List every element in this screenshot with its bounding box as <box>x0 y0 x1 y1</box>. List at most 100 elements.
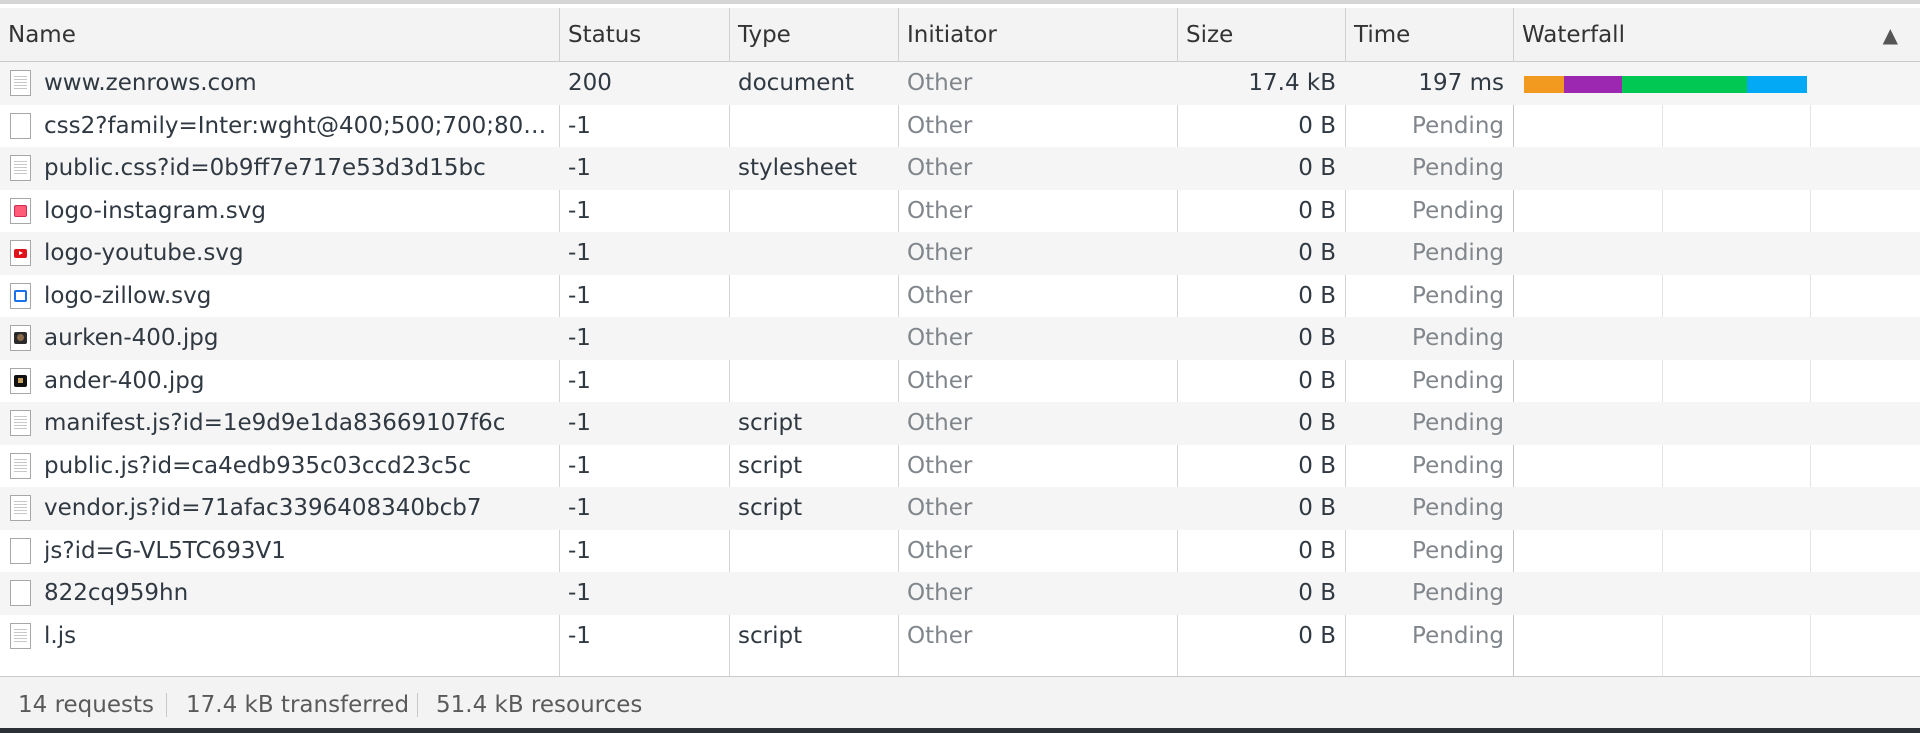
request-size: 0 B <box>1298 197 1336 224</box>
request-type <box>730 360 899 403</box>
request-initiator: Other <box>907 325 973 351</box>
request-name-cell[interactable]: logo-youtube.svg <box>0 232 560 275</box>
request-type: stylesheet <box>738 155 858 181</box>
status-bar: 14 requests 17.4 kB transferred 51.4 kB … <box>0 676 1920 732</box>
request-waterfall[interactable] <box>1514 232 1920 275</box>
request-name-cell[interactable]: www.zenrows.com <box>0 62 560 105</box>
status-separator <box>166 693 167 717</box>
request-row[interactable]: logo-zillow.svg -1 Other 0 B Pending <box>0 275 1920 318</box>
icon-glyph <box>14 332 27 344</box>
request-row[interactable]: www.zenrows.com 200 document Other 17.4 kB 19… <box>0 62 1920 105</box>
request-waterfall[interactable] <box>1514 402 1920 445</box>
initiator-column-header[interactable]: Initiator <box>899 8 1178 62</box>
icon-glyph <box>14 204 27 217</box>
request-waterfall[interactable] <box>1514 530 1920 573</box>
time-column-header[interactable]: Time <box>1346 8 1514 62</box>
request-size: 17.4 kB <box>1248 70 1336 96</box>
queueing-bar <box>1524 76 1564 93</box>
script-icon <box>10 622 31 649</box>
status-column-header[interactable]: Status <box>560 8 730 62</box>
request-row[interactable]: logo-instagram.svg -1 Other 0 B Pending <box>0 190 1920 233</box>
request-type: script <box>738 622 803 649</box>
document-icon <box>10 70 31 96</box>
request-status: -1 <box>568 155 591 181</box>
request-row[interactable]: 822cq959hn -1 Other 0 B Pending <box>0 572 1920 615</box>
request-waterfall[interactable] <box>1514 190 1920 233</box>
connection-bar <box>1564 76 1622 93</box>
request-name: logo-zillow.svg <box>44 282 212 309</box>
request-row[interactable]: js?id=G-VL5TC693V1 -1 Other 0 B Pending <box>0 530 1920 573</box>
request-size: 0 B <box>1298 495 1336 521</box>
request-row[interactable]: l.js -1 script Other 0 B Pending <box>0 615 1920 658</box>
request-row[interactable]: aurken-400.jpg -1 Other 0 B Pending <box>0 317 1920 360</box>
request-initiator: Other <box>907 622 973 649</box>
request-waterfall[interactable] <box>1514 62 1920 105</box>
download-bar <box>1747 76 1807 93</box>
request-name: vendor.js?id=71afac3396408340bcb7 <box>44 495 482 521</box>
request-name-cell[interactable]: logo-instagram.svg <box>0 190 560 233</box>
request-name-cell[interactable]: logo-zillow.svg <box>0 275 560 318</box>
request-initiator: Other <box>907 495 973 521</box>
request-count: 14 requests <box>18 692 154 718</box>
request-time: Pending <box>1412 622 1504 649</box>
request-initiator: Other <box>907 537 973 564</box>
type-column-header[interactable]: Type <box>730 8 899 62</box>
zillow-image-icon <box>10 282 31 309</box>
blank-file-icon <box>10 112 31 139</box>
name-column-header[interactable]: Name <box>0 8 560 62</box>
request-name: l.js <box>44 622 77 649</box>
request-row[interactable]: vendor.js?id=71afac3396408340bcb7 -1 scrip… <box>0 487 1920 530</box>
request-waterfall[interactable] <box>1514 572 1920 615</box>
youtube-image-icon <box>10 240 31 266</box>
request-time: 197 ms <box>1418 70 1504 96</box>
request-row[interactable]: public.css?id=0b9ff7e717e53d3d15bc -1 styl… <box>0 147 1920 190</box>
request-waterfall[interactable] <box>1514 147 1920 190</box>
request-name: css2?family=Inter:wght@400;500;700;800;9… <box>44 112 549 139</box>
request-type <box>730 232 899 275</box>
request-name-cell[interactable]: js?id=G-VL5TC693V1 <box>0 530 560 573</box>
request-row[interactable]: ander-400.jpg -1 Other 0 B Pending <box>0 360 1920 403</box>
request-status: -1 <box>568 537 591 564</box>
request-waterfall[interactable] <box>1514 360 1920 403</box>
request-waterfall[interactable] <box>1514 487 1920 530</box>
request-name-cell[interactable]: public.js?id=ca4edb935c03ccd23c5c <box>0 445 560 488</box>
request-name-cell[interactable]: public.css?id=0b9ff7e717e53d3d15bc <box>0 147 560 190</box>
resources-size: 51.4 kB resources <box>436 692 643 718</box>
request-waterfall[interactable] <box>1514 105 1920 148</box>
request-status: -1 <box>568 367 591 394</box>
request-waterfall[interactable] <box>1514 317 1920 360</box>
request-row[interactable]: public.js?id=ca4edb935c03ccd23c5c -1 scrip… <box>0 445 1920 488</box>
request-type <box>730 275 899 318</box>
request-time: Pending <box>1412 240 1504 266</box>
request-waterfall[interactable] <box>1514 445 1920 488</box>
icon-glyph <box>14 374 27 387</box>
request-initiator: Other <box>907 367 973 394</box>
request-name-cell[interactable]: manifest.js?id=1e9d9e1da83669107f6c <box>0 402 560 445</box>
waiting-bar <box>1622 76 1747 93</box>
network-panel: Name Status Type Initiator Size Time Wat… <box>0 0 1920 733</box>
size-column-header[interactable]: Size <box>1178 8 1346 62</box>
request-type: script <box>738 495 803 521</box>
waterfall-column-header[interactable]: Waterfall ▲ <box>1514 8 1920 62</box>
request-waterfall[interactable] <box>1514 275 1920 318</box>
request-size: 0 B <box>1298 367 1336 394</box>
icon-glyph <box>14 249 27 258</box>
request-name-cell[interactable]: l.js <box>0 615 560 658</box>
request-initiator: Other <box>907 155 973 181</box>
request-row[interactable]: manifest.js?id=1e9d9e1da83669107f6c -1 scr… <box>0 402 1920 445</box>
request-size: 0 B <box>1298 622 1336 649</box>
request-name-cell[interactable]: vendor.js?id=71afac3396408340bcb7 <box>0 487 560 530</box>
request-type <box>730 105 899 148</box>
request-row[interactable]: css2?family=Inter:wght@400;500;700;800;9… <box>0 105 1920 148</box>
instagram-image-icon <box>10 197 31 224</box>
request-name: js?id=G-VL5TC693V1 <box>44 537 286 564</box>
request-row[interactable]: logo-youtube.svg -1 Other 0 B Pending <box>0 232 1920 275</box>
script-icon <box>10 495 31 521</box>
sort-ascending-icon[interactable]: ▲ <box>1883 8 1898 62</box>
request-name-cell[interactable]: css2?family=Inter:wght@400;500;700;800;9… <box>0 105 560 148</box>
request-waterfall[interactable] <box>1514 615 1920 658</box>
request-status: -1 <box>568 452 591 479</box>
request-name-cell[interactable]: aurken-400.jpg <box>0 317 560 360</box>
request-name-cell[interactable]: 822cq959hn <box>0 572 560 615</box>
request-name-cell[interactable]: ander-400.jpg <box>0 360 560 403</box>
